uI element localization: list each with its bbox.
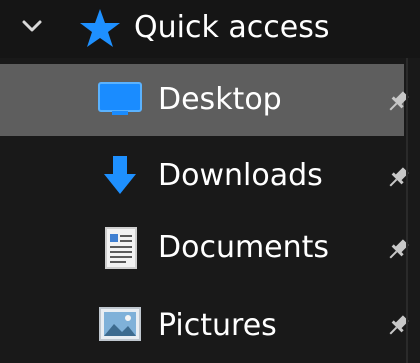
quick-access-item-desktop[interactable]: Desktop bbox=[0, 64, 409, 136]
navigation-pane: Quick access Desktop Downloads Documents… bbox=[0, 0, 420, 363]
sidebar-item-label: Pictures bbox=[158, 308, 277, 343]
chevron-down-icon[interactable] bbox=[20, 14, 44, 38]
quick-access-label[interactable]: Quick access bbox=[134, 8, 329, 48]
pictures-icon bbox=[99, 307, 141, 341]
star-icon bbox=[80, 9, 120, 47]
pane-divider bbox=[406, 58, 408, 363]
download-arrow-icon bbox=[104, 156, 136, 194]
sidebar-item-label: Downloads bbox=[158, 158, 323, 193]
quick-access-item-downloads[interactable]: Downloads bbox=[0, 140, 409, 212]
document-icon bbox=[105, 227, 137, 269]
quick-access-item-pictures[interactable]: Pictures bbox=[0, 288, 409, 360]
sidebar-item-label: Desktop bbox=[158, 82, 282, 117]
sidebar-item-label: Documents bbox=[158, 230, 330, 265]
quick-access-item-documents[interactable]: Documents bbox=[0, 212, 409, 284]
desktop-icon bbox=[98, 82, 142, 115]
